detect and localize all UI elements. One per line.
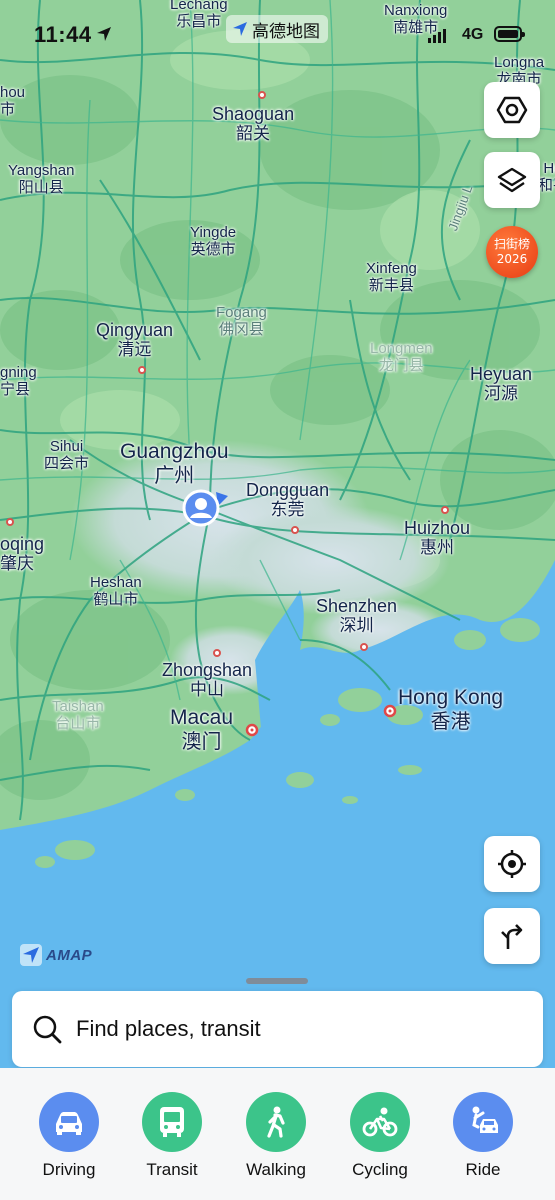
mode-cycling-label: Cycling xyxy=(352,1160,408,1179)
place-shaoguan[interactable]: Shaoguan 韶关 xyxy=(212,104,294,144)
mode-transit-label: Transit xyxy=(146,1160,198,1179)
place-macau[interactable]: Macau 澳门 xyxy=(170,706,233,753)
mode-walking[interactable]: Walking xyxy=(226,1092,326,1180)
place-heyuan[interactable]: Heyuan 河源 xyxy=(470,364,532,404)
amap-attribution-label: AMAP xyxy=(46,946,93,964)
place-shenzhen[interactable]: Shenzhen 深圳 xyxy=(316,596,397,636)
bicycle-icon xyxy=(350,1092,410,1152)
place-sihui[interactable]: Sihui 四会市 xyxy=(44,438,89,473)
sheet-drag-handle[interactable] xyxy=(246,978,308,984)
locate-me-button[interactable] xyxy=(484,836,540,892)
layers-button[interactable] xyxy=(484,152,540,208)
mode-ride[interactable]: Ride xyxy=(433,1092,533,1180)
layers-icon xyxy=(497,167,527,193)
place-guangzhou[interactable]: Guangzhou 广州 xyxy=(120,440,229,487)
place-yingde[interactable]: Yingde 英德市 xyxy=(190,224,236,259)
route-turn-icon xyxy=(501,924,523,949)
place-hong-kong[interactable]: Hong Kong 香港 xyxy=(398,686,503,733)
user-location-marker[interactable] xyxy=(178,486,232,528)
amap-logo-icon xyxy=(20,944,42,966)
place-taishan[interactable]: Taishan 台山市 xyxy=(52,698,104,733)
mode-driving[interactable]: Driving xyxy=(19,1092,119,1180)
place-huizhou[interactable]: Huizhou 惠州 xyxy=(404,518,470,558)
mode-ride-label: Ride xyxy=(465,1160,501,1179)
place-dongguan[interactable]: Dongguan 东莞 xyxy=(246,480,329,520)
crosshair-icon xyxy=(498,850,526,878)
place-heshan[interactable]: Heshan 鹤山市 xyxy=(90,574,142,609)
search-icon xyxy=(33,1015,62,1044)
amap-attribution: AMAP xyxy=(20,944,92,966)
promo-title: 扫街榜 xyxy=(493,237,530,251)
place-nanxiong[interactable]: Nanxiong 南雄市 xyxy=(384,2,447,37)
place-yangshan[interactable]: Yangshan 阳山县 xyxy=(8,162,74,197)
place-zhongshan[interactable]: Zhongshan 中山 xyxy=(162,660,252,700)
promo-year: 2026 xyxy=(496,252,528,266)
car-icon xyxy=(39,1092,99,1152)
mode-driving-label: Driving xyxy=(42,1160,96,1179)
place-zhaoqing[interactable]: oqing 肇庆 xyxy=(0,534,44,574)
transport-modes-bar: Driving Transit Walking Cycling Ride xyxy=(0,1068,555,1200)
mode-walking-label: Walking xyxy=(246,1160,306,1179)
walking-icon xyxy=(246,1092,306,1152)
route-button[interactable] xyxy=(484,908,540,964)
ride-hailing-icon xyxy=(453,1092,513,1152)
search-placeholder: Find places, transit xyxy=(76,1016,261,1041)
place-longmen[interactable]: Longmen 龙门县 xyxy=(370,340,433,375)
hexagon-settings-icon xyxy=(496,96,528,124)
place-left-edge[interactable]: hou 市 xyxy=(0,84,25,119)
search-bar[interactable]: Find places, transit xyxy=(12,991,543,1067)
settings-button[interactable] xyxy=(484,82,540,138)
promo-badge[interactable]: 扫街榜 2026 xyxy=(486,226,538,278)
place-guangning[interactable]: gning 宁县 xyxy=(0,364,37,399)
place-heping[interactable]: He和平 xyxy=(538,160,555,195)
place-qingyuan[interactable]: Qingyuan 清远 xyxy=(96,320,173,360)
place-lechang[interactable]: Lechang 乐昌市 xyxy=(170,0,228,31)
bus-icon xyxy=(142,1092,202,1152)
place-fogang[interactable]: Fogang 佛冈县 xyxy=(216,304,267,339)
mode-transit[interactable]: Transit xyxy=(122,1092,222,1180)
mode-cycling[interactable]: Cycling xyxy=(330,1092,430,1180)
place-xinfeng[interactable]: Xinfeng 新丰县 xyxy=(366,260,417,295)
